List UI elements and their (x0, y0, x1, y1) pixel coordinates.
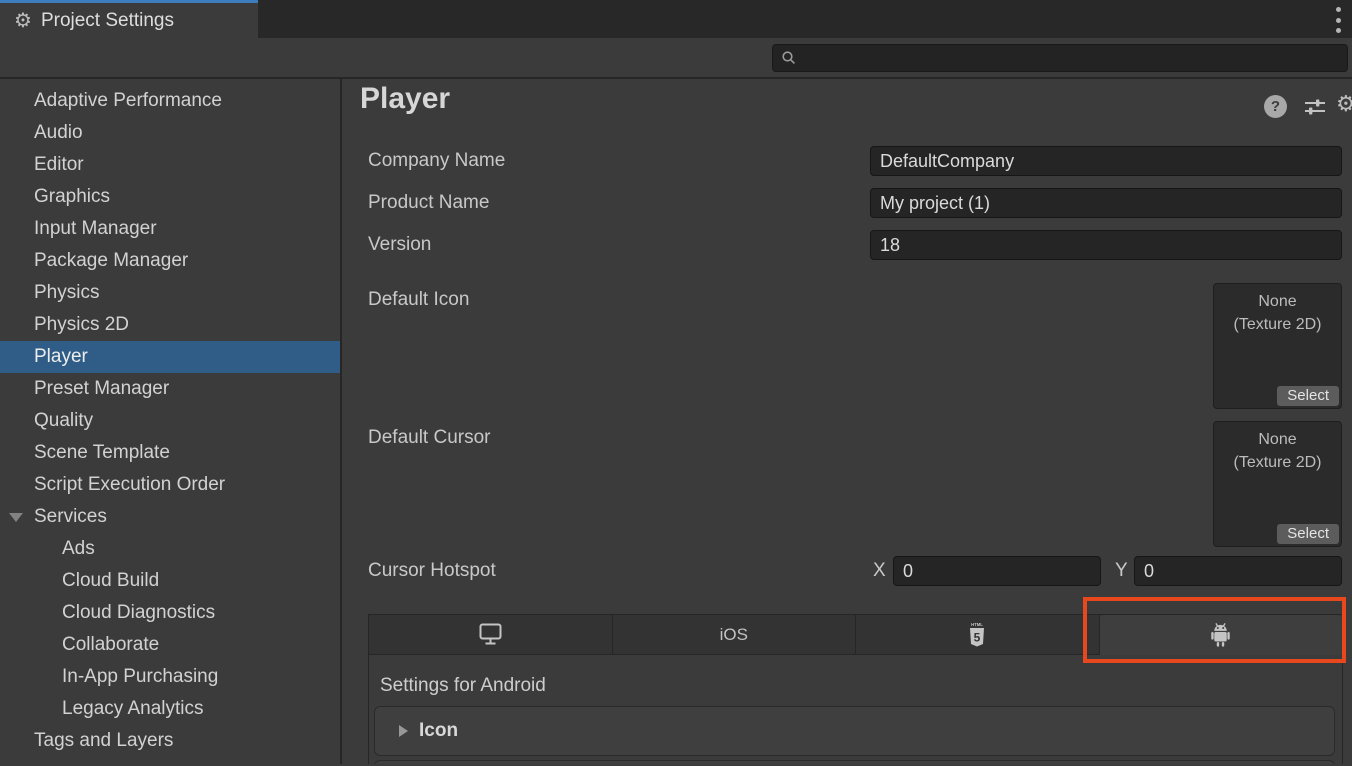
platform-tab-bar: iOS HTML 5 (369, 615, 1342, 655)
icon-foldout-label: Icon (419, 720, 458, 742)
default-cursor-value: None (1214, 428, 1341, 451)
default-cursor-object-field[interactable]: None (Texture 2D) Select (1213, 421, 1342, 547)
sidebar-item-adaptive-performance[interactable]: Adaptive Performance (0, 85, 340, 117)
help-icon[interactable]: ? (1264, 95, 1287, 118)
project-settings-window: ⚙ Project Settings Adaptive Performance … (0, 0, 1352, 766)
sidebar-item-physics[interactable]: Physics (0, 277, 340, 309)
default-cursor-label: Default Cursor (368, 423, 491, 453)
ios-tab-label: iOS (720, 625, 748, 645)
player-settings-panel: Player ? ⚙ Company Name Product Name Ver… (342, 79, 1352, 764)
project-settings-tab[interactable]: ⚙ Project Settings (0, 0, 258, 38)
sidebar-item-in-app-purchasing[interactable]: In-App Purchasing (0, 661, 340, 693)
default-icon-value: None (1214, 290, 1341, 313)
settings-gear-icon: ⚙ (14, 11, 32, 31)
sidebar-item-script-execution-order[interactable]: Script Execution Order (0, 469, 340, 501)
company-name-field[interactable] (870, 146, 1342, 176)
version-label: Version (368, 230, 431, 260)
sidebar-item-legacy-analytics[interactable]: Legacy Analytics (0, 693, 340, 725)
cursor-hotspot-label: Cursor Hotspot (368, 556, 496, 586)
default-cursor-select-button[interactable]: Select (1277, 524, 1339, 544)
icon-foldout[interactable]: Icon (374, 706, 1335, 756)
search-input[interactable] (803, 50, 1347, 67)
presets-icon[interactable] (1303, 97, 1327, 117)
svg-text:HTML: HTML (971, 622, 983, 627)
kebab-menu-icon[interactable] (1331, 7, 1345, 33)
cursor-hotspot-x-field[interactable] (893, 556, 1101, 586)
sidebar-item-input-manager[interactable]: Input Manager (0, 213, 340, 245)
platform-tab-standalone[interactable] (369, 615, 613, 655)
page-title: Player (360, 82, 450, 116)
android-icon (1207, 622, 1234, 649)
default-icon-select-button[interactable]: Select (1277, 386, 1339, 406)
sidebar-item-scene-template[interactable]: Scene Template (0, 437, 340, 469)
next-foldout-partial (374, 760, 1335, 764)
cursor-hotspot-x-label: X (873, 556, 886, 586)
window-tabstrip: ⚙ Project Settings (0, 0, 1352, 38)
sidebar-item-player[interactable]: Player (0, 341, 340, 373)
foldout-arrow-icon (399, 725, 408, 737)
sidebar-item-preset-manager[interactable]: Preset Manager (0, 373, 340, 405)
settings-for-android-header: Settings for Android (380, 675, 546, 697)
platform-tab-webgl[interactable]: HTML 5 (856, 615, 1100, 655)
svg-text:5: 5 (974, 630, 981, 644)
sidebar-item-ads[interactable]: Ads (0, 533, 340, 565)
settings-category-sidebar: Adaptive Performance Audio Editor Graphi… (0, 79, 342, 764)
sidebar-item-physics-2d[interactable]: Physics 2D (0, 309, 340, 341)
sidebar-item-package-manager[interactable]: Package Manager (0, 245, 340, 277)
gear-icon[interactable]: ⚙ (1336, 91, 1352, 117)
default-cursor-type: (Texture 2D) (1214, 451, 1341, 474)
cursor-hotspot-y-label: Y (1115, 556, 1128, 586)
version-field[interactable] (870, 230, 1342, 260)
search-icon (781, 50, 797, 66)
sidebar-item-textmesh-pro[interactable]: TextMesh Pro (0, 757, 340, 764)
sidebar-item-cloud-diagnostics[interactable]: Cloud Diagnostics (0, 597, 340, 629)
product-name-field[interactable] (870, 188, 1342, 218)
services-foldout-icon[interactable] (9, 513, 23, 522)
default-icon-type: (Texture 2D) (1214, 313, 1341, 336)
tab-title: Project Settings (41, 10, 174, 32)
sidebar-item-collaborate[interactable]: Collaborate (0, 629, 340, 661)
search-box[interactable] (772, 44, 1348, 72)
platform-tab-android[interactable] (1100, 615, 1343, 655)
cursor-hotspot-y-field[interactable] (1134, 556, 1342, 586)
sidebar-item-quality[interactable]: Quality (0, 405, 340, 437)
default-icon-object-field[interactable]: None (Texture 2D) Select (1213, 283, 1342, 409)
toolbar (0, 38, 1352, 79)
monitor-icon (477, 623, 504, 646)
sidebar-item-audio[interactable]: Audio (0, 117, 340, 149)
platform-tab-ios[interactable]: iOS (613, 615, 857, 655)
product-name-label: Product Name (368, 188, 489, 218)
sidebar-item-editor[interactable]: Editor (0, 149, 340, 181)
default-icon-label: Default Icon (368, 285, 469, 315)
company-name-label: Company Name (368, 146, 505, 176)
sidebar-item-services[interactable]: Services (0, 501, 340, 533)
sidebar-item-graphics[interactable]: Graphics (0, 181, 340, 213)
sidebar-item-cloud-build[interactable]: Cloud Build (0, 565, 340, 597)
sidebar-item-tags-and-layers[interactable]: Tags and Layers (0, 725, 340, 757)
html5-icon: HTML 5 (966, 621, 988, 649)
